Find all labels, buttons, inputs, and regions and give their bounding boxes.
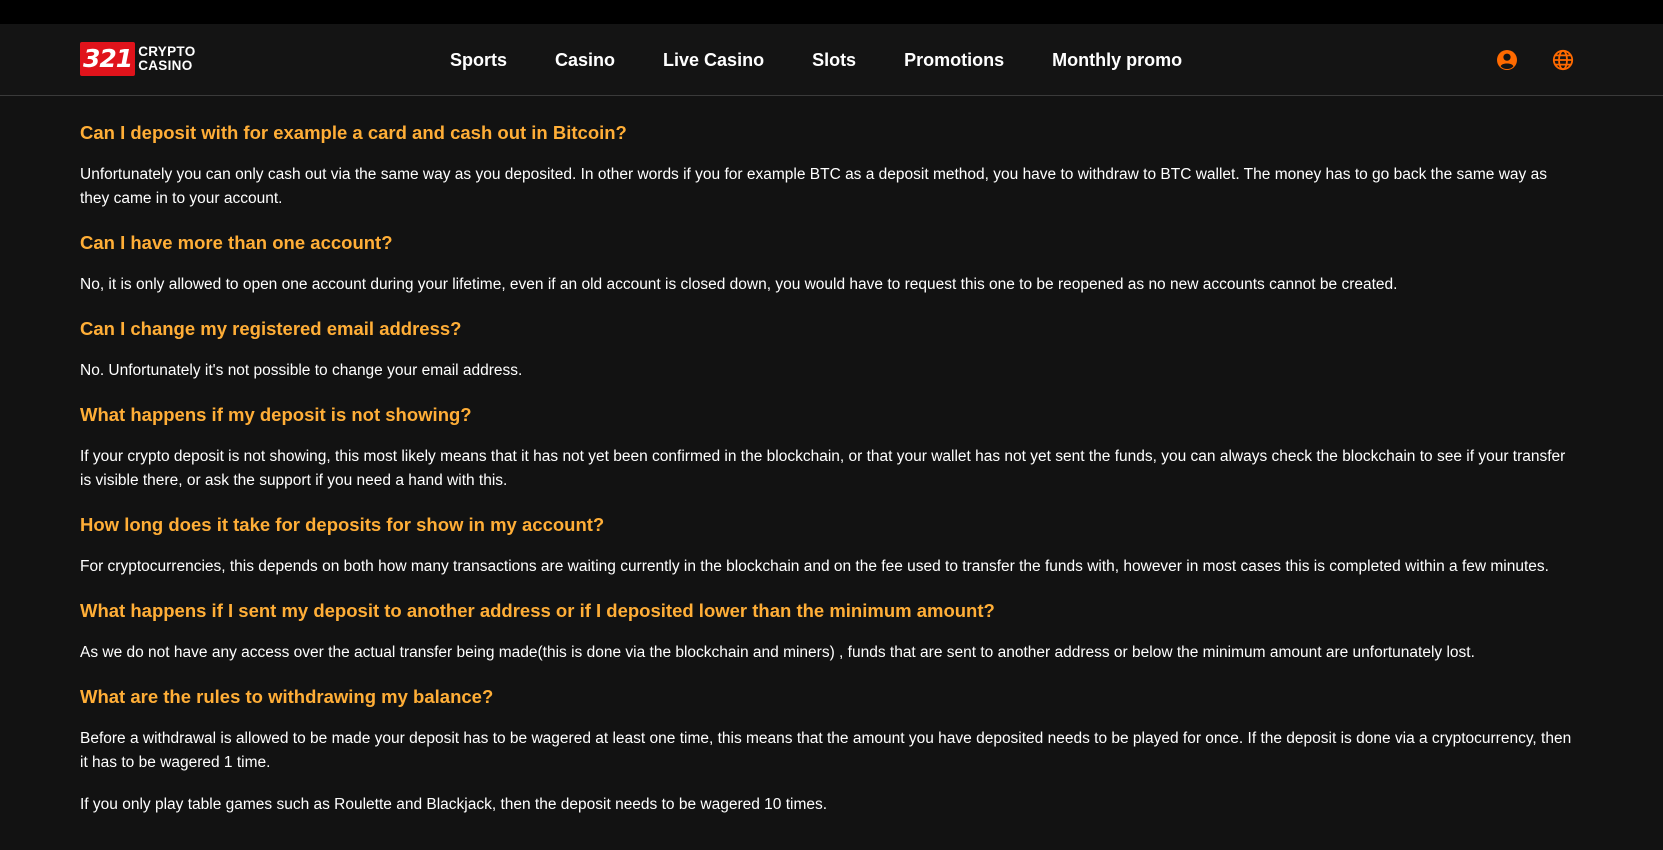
faq-answer: No. Unfortunately it's not possible to c… <box>80 362 523 379</box>
faq-question: What happens if I sent my deposit to ano… <box>80 600 995 621</box>
faq-answer-extra: If you only play table games such as Rou… <box>80 796 828 813</box>
faq-answer: No, it is only allowed to open one accou… <box>80 276 1398 293</box>
nav-item-sports[interactable]: Sports <box>450 50 507 71</box>
nav-item-live-casino[interactable]: Live Casino <box>663 50 764 71</box>
faq-answer: As we do not have any access over the ac… <box>80 644 1475 661</box>
main-nav: Sports Casino Live Casino Slots Promotio… <box>450 24 1230 96</box>
nav-item-casino[interactable]: Casino <box>555 50 615 71</box>
globe-icon[interactable] <box>1552 49 1574 71</box>
faq-question: What are the rules to withdrawing my bal… <box>80 686 494 707</box>
logo-wordmark: CRYPTO CASINO <box>138 45 195 73</box>
faq-question: What happens if my deposit is not showin… <box>80 404 472 425</box>
faq-answer: For cryptocurrencies, this depends on bo… <box>80 558 1549 575</box>
nav-item-promotions[interactable]: Promotions <box>904 50 1004 71</box>
logo-line-1: CRYPTO <box>138 44 196 59</box>
site-header: 321 CRYPTO CASINO Sports Casino Live Cas… <box>0 24 1663 96</box>
faq-answer: Before a withdrawal is allowed to be mad… <box>80 730 1572 771</box>
faq-question: Can I change my registered email address… <box>80 318 462 339</box>
faq-question: Can I have more than one account? <box>80 232 393 253</box>
site-logo[interactable]: 321 CRYPTO CASINO <box>80 42 196 76</box>
logo-line-2: CASINO <box>138 58 193 73</box>
logo-number: 321 <box>80 42 136 76</box>
faq-question: How long does it take for deposits for s… <box>80 514 605 535</box>
nav-item-slots[interactable]: Slots <box>812 50 856 71</box>
faq-question: Can I deposit with for example a card an… <box>80 122 627 143</box>
nav-item-monthly-promo[interactable]: Monthly promo <box>1052 50 1182 71</box>
faq-section: Can I deposit with for example a card an… <box>80 96 1580 817</box>
top-strip <box>0 0 1663 24</box>
user-icon[interactable] <box>1496 49 1518 71</box>
faq-answer: If your crypto deposit is not showing, t… <box>80 448 1566 489</box>
faq-answer: Unfortunately you can only cash out via … <box>80 166 1547 207</box>
